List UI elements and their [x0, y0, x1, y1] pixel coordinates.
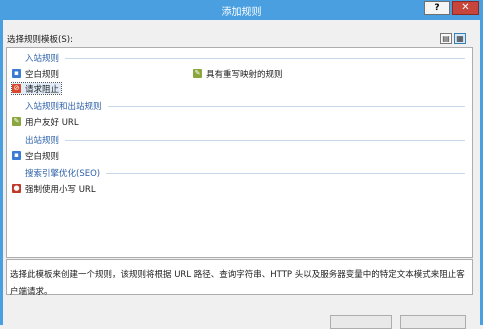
add-rule-dialog: 添加规则 ? ✕ 选择规则模板(S): ▤ ▦ 入站规则 ▪ 空白规则 ✎ 具有…: [0, 0, 483, 329]
group-label: 搜索引擎优化(SEO): [25, 169, 101, 179]
group-seo: 搜索引擎优化(SEO): [25, 167, 465, 179]
template-blank-rule[interactable]: ▪ 空白规则: [12, 68, 60, 80]
template-user-friendly-url[interactable]: ✎ 用户友好 URL: [12, 116, 79, 128]
window-frame-left: [0, 20, 3, 325]
blank-outbound-rule-icon: ▪: [12, 151, 21, 160]
item-label: 强制使用小写 URL: [25, 184, 96, 195]
select-template-label: 选择规则模板(S):: [7, 35, 73, 45]
template-rewrite-map-rule[interactable]: ✎ 具有重写映射的规则: [193, 68, 283, 80]
group-inbound-outbound: 入站规则和出站规则: [25, 100, 465, 112]
template-lowercase-url[interactable]: ● 强制使用小写 URL: [12, 183, 96, 195]
group-label: 出站规则: [25, 136, 60, 146]
group-divider: [65, 57, 465, 59]
view-toggle: ▤ ▦: [440, 33, 466, 44]
list-view-icon[interactable]: ▤: [440, 33, 452, 44]
description-line-1: 选择此模板来创建一个规则，该规则将根据 URL 路径、查询字符串、HTTP 头以…: [10, 270, 465, 280]
group-divider: [106, 172, 465, 174]
rule-template-list[interactable]: 入站规则 ▪ 空白规则 ✎ 具有重写映射的规则 ⊘ 请求阻止 入站规则和出站规则…: [6, 47, 473, 258]
request-block-icon: ⊘: [12, 84, 21, 93]
group-inbound: 入站规则: [25, 52, 465, 64]
user-friendly-url-icon: ✎: [12, 117, 21, 126]
close-button[interactable]: ✕: [452, 1, 479, 15]
template-blank-outbound-rule[interactable]: ▪ 空白规则: [12, 150, 60, 162]
item-label: 用户友好 URL: [25, 117, 79, 128]
title-bar[interactable]: 添加规则 ? ✕: [0, 0, 483, 20]
rewrite-map-rule-icon: ✎: [193, 69, 202, 78]
lowercase-url-icon: ●: [12, 184, 21, 193]
item-label: 具有重写映射的规则: [206, 69, 283, 80]
group-label: 入站规则和出站规则: [25, 102, 102, 112]
help-button[interactable]: ?: [424, 1, 450, 15]
group-label: 入站规则: [25, 54, 60, 64]
group-divider: [107, 105, 465, 107]
group-outbound: 出站规则: [25, 134, 465, 146]
template-request-block[interactable]: ⊘ 请求阻止: [10, 82, 63, 95]
item-label: 空白规则: [25, 69, 60, 80]
template-description: 选择此模板来创建一个规则，该规则将根据 URL 路径、查询字符串、HTTP 头以…: [6, 259, 473, 297]
item-label: 请求阻止: [25, 84, 60, 95]
group-divider: [65, 139, 465, 141]
blank-rule-icon: ▪: [12, 69, 21, 78]
dialog-title: 添加规则: [221, 7, 262, 18]
tile-view-icon[interactable]: ▦: [454, 33, 466, 44]
description-line-2: 户端请求。: [10, 287, 53, 297]
cancel-button[interactable]: [400, 315, 466, 329]
ok-button[interactable]: [330, 315, 392, 329]
item-label: 空白规则: [25, 151, 60, 162]
